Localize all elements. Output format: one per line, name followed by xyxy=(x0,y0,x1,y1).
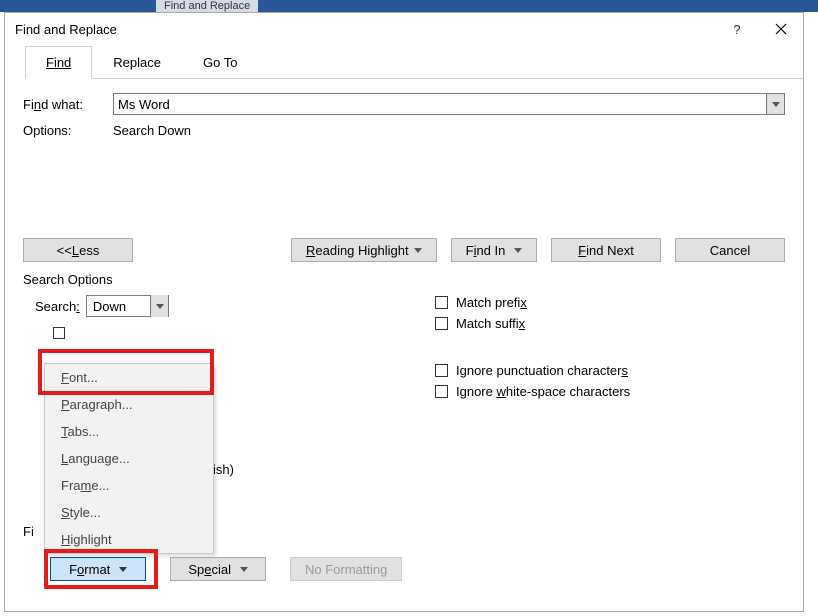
chevron-down-icon xyxy=(156,304,164,309)
chevron-down-icon xyxy=(240,567,248,572)
menu-language[interactable]: Language... xyxy=(45,445,213,472)
search-direction-label: Search: xyxy=(35,299,80,314)
find-what-input[interactable] xyxy=(113,93,767,115)
partial-checkbox[interactable] xyxy=(53,327,65,339)
close-icon xyxy=(775,23,787,35)
menu-paragraph[interactable]: Paragraph... xyxy=(45,391,213,418)
match-prefix-checkbox[interactable]: Match prefix xyxy=(435,295,785,310)
help-button[interactable]: ? xyxy=(715,13,759,45)
match-suffix-checkbox[interactable]: Match suffix xyxy=(435,316,785,331)
menu-frame[interactable]: Frame... xyxy=(45,472,213,499)
chevron-down-icon xyxy=(772,102,780,107)
reading-highlight-button[interactable]: Reading Highlight xyxy=(291,238,437,262)
special-button[interactable]: Special xyxy=(170,557,266,581)
find-in-button[interactable]: Find In xyxy=(451,238,537,262)
background-tab-title: Find and Replace xyxy=(156,0,258,12)
find-next-button[interactable]: Find Next xyxy=(551,238,661,262)
ignore-whitespace-checkbox[interactable]: Ignore white-space characters xyxy=(435,384,785,399)
chevron-down-icon xyxy=(514,248,522,253)
title-bar: Find and Replace ? xyxy=(5,13,803,45)
chevron-down-icon xyxy=(119,567,127,572)
find-section-label: Fi xyxy=(23,524,34,539)
search-direction-select[interactable]: Down xyxy=(86,295,169,317)
format-button[interactable]: Format xyxy=(50,557,146,581)
tab-replace[interactable]: Replace xyxy=(92,46,182,79)
partial-text-fragment: ish) xyxy=(213,462,234,477)
chevron-down-icon xyxy=(414,248,422,253)
format-menu: Font... Paragraph... Tabs... Language...… xyxy=(44,363,214,554)
menu-font[interactable]: Font... xyxy=(45,364,213,391)
tab-strip: Find Replace Go To xyxy=(25,45,803,79)
find-replace-dialog: Find and Replace ? Find Replace Go To Fi… xyxy=(4,12,804,612)
find-what-label: Find what: xyxy=(23,97,113,112)
options-value: Search Down xyxy=(113,123,191,138)
dialog-title: Find and Replace xyxy=(15,22,715,37)
menu-style[interactable]: Style... xyxy=(45,499,213,526)
find-what-dropdown[interactable] xyxy=(767,93,785,115)
search-options-label: Search Options xyxy=(5,270,803,289)
close-button[interactable] xyxy=(759,13,803,45)
menu-tabs[interactable]: Tabs... xyxy=(45,418,213,445)
ignore-punctuation-checkbox[interactable]: Ignore punctuation characters xyxy=(435,363,785,378)
cancel-button[interactable]: Cancel xyxy=(675,238,785,262)
tab-goto[interactable]: Go To xyxy=(182,46,258,79)
no-formatting-button: No Formatting xyxy=(290,557,402,581)
options-label: Options: xyxy=(23,123,113,138)
tab-find[interactable]: Find xyxy=(25,46,92,79)
less-button[interactable]: << Less xyxy=(23,238,133,262)
menu-highlight[interactable]: Highlight xyxy=(45,526,213,553)
